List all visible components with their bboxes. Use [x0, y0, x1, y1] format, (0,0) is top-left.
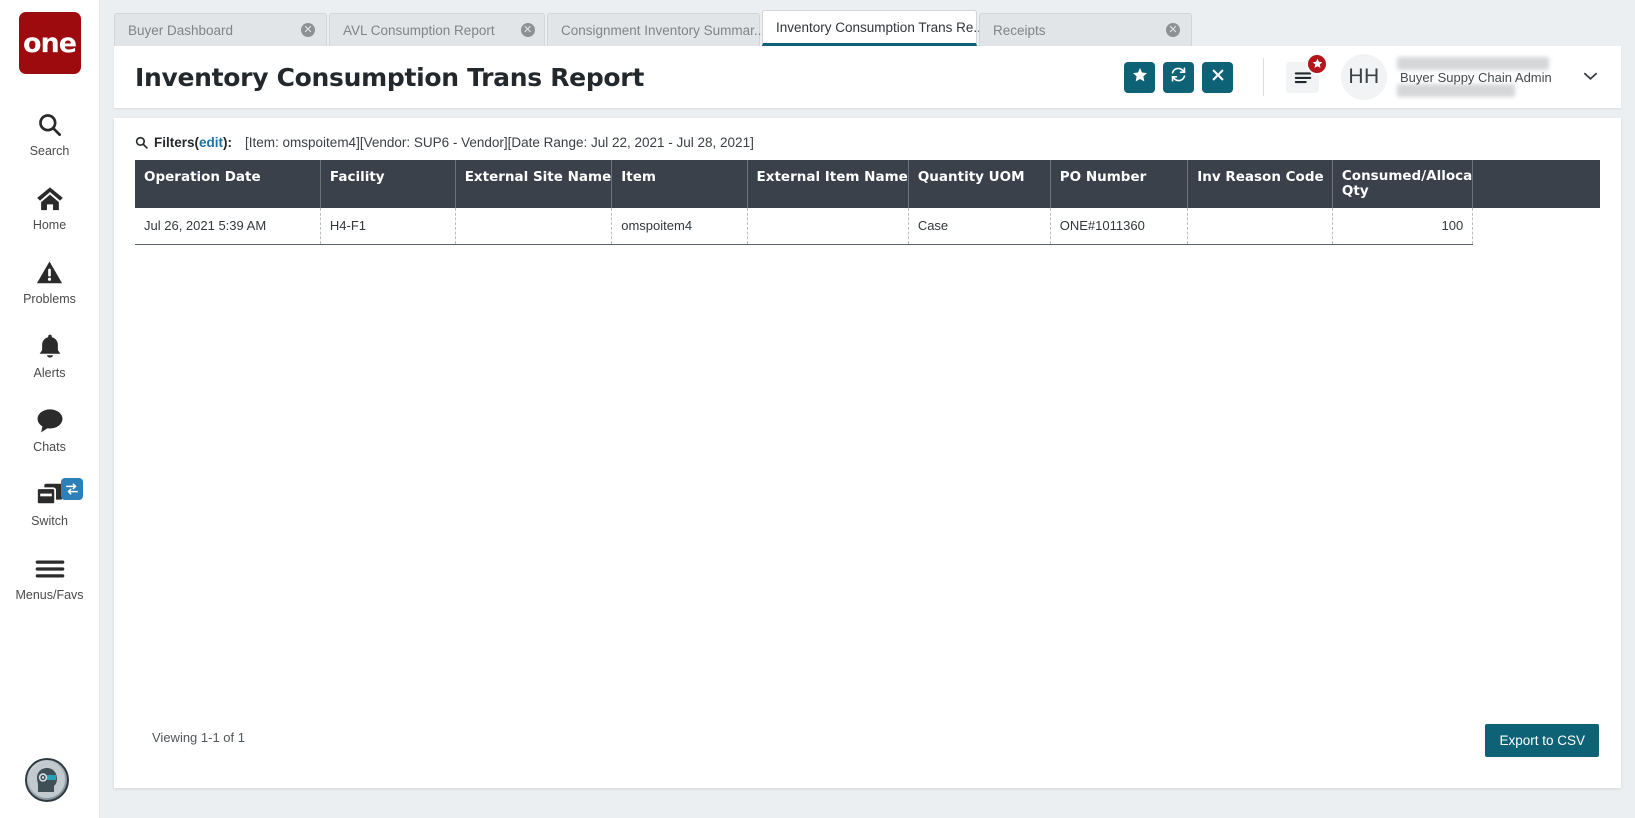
cell-spacer: [1473, 208, 1600, 244]
sidebar-item-menus-favs[interactable]: Menus/Favs: [0, 540, 99, 614]
tab-consignment-inventory-summary[interactable]: Consignment Inventory Summar... ✕: [547, 13, 760, 46]
col-consumed-alloc-qty[interactable]: Consumed/Alloca Qty: [1332, 160, 1472, 208]
tab-label: Buyer Dashboard: [128, 23, 233, 38]
tab-inventory-consumption-trans-report[interactable]: Inventory Consumption Trans Re... ✕: [762, 10, 977, 46]
sidebar-item-label: Home: [33, 219, 66, 232]
sidebar-item-label: Alerts: [34, 367, 66, 380]
table-header-row: Operation Date Facility External Site Na…: [135, 160, 1600, 208]
one-logo[interactable]: one: [19, 12, 81, 74]
sidebar-item-chats[interactable]: Chats: [0, 392, 99, 466]
col-external-site-name[interactable]: External Site Name: [455, 160, 612, 208]
sidebar-item-label: Menus/Favs: [15, 589, 83, 602]
filters-edit-link[interactable]: edit: [199, 135, 223, 150]
close-button[interactable]: [1202, 62, 1233, 93]
close-x-icon: [1211, 68, 1225, 87]
table-footer: Viewing 1-1 of 1 Export to CSV: [114, 712, 1621, 788]
sidebar-item-label: Search: [30, 145, 70, 158]
user-menu-button[interactable]: [1573, 60, 1607, 94]
left-nav-rail: one Search Home: [0, 0, 100, 818]
table-body: Jul 26, 2021 5:39 AM H4-F1 omspoitem4 Ca…: [135, 208, 1600, 244]
chat-bubble-icon: [36, 405, 64, 437]
sidebar-item-label: Chats: [33, 441, 66, 454]
avatar[interactable]: HH: [1341, 54, 1387, 100]
chevron-down-icon: [1583, 68, 1598, 86]
col-po-number[interactable]: PO Number: [1050, 160, 1187, 208]
tab-label: AVL Consumption Report: [343, 23, 495, 38]
tab-label: Consignment Inventory Summar...: [561, 23, 765, 38]
logo-text: one: [23, 30, 76, 57]
cell-inv-reason-code: [1188, 208, 1333, 244]
header-actions: HH Buyer Suppy Chain Admin: [1116, 54, 1621, 100]
warning-triangle-icon: [36, 257, 63, 289]
assistant-avatar-icon[interactable]: [25, 758, 69, 802]
export-to-csv-button[interactable]: Export to CSV: [1485, 724, 1599, 757]
cell-quantity-uom: Case: [908, 208, 1050, 244]
avatar-initials: HH: [1348, 65, 1379, 89]
close-icon[interactable]: ✕: [301, 23, 315, 37]
tab-avl-consumption-report[interactable]: AVL Consumption Report ✕: [329, 13, 545, 46]
user-role-label: Buyer Suppy Chain Admin: [1400, 70, 1552, 85]
redacted-user-name: [1397, 57, 1549, 70]
page-title: Inventory Consumption Trans Report: [135, 63, 644, 92]
table-head: Operation Date Facility External Site Na…: [135, 160, 1600, 208]
close-icon[interactable]: ✕: [521, 23, 535, 37]
star-icon: [1132, 67, 1148, 88]
cell-consumed-alloc-qty: 100: [1332, 208, 1472, 244]
report-table: Operation Date Facility External Site Na…: [135, 160, 1600, 245]
viewing-count: Viewing 1-1 of 1: [152, 730, 245, 745]
cell-item: omspoitem4: [612, 208, 747, 244]
home-icon: [36, 183, 64, 215]
search-icon: [135, 136, 148, 149]
filters-value: [Item: omspoitem4][Vendor: SUP6 - Vendor…: [245, 135, 754, 150]
tab-receipts[interactable]: Receipts ✕: [979, 13, 1192, 46]
col-quantity-uom[interactable]: Quantity UOM: [908, 160, 1050, 208]
cell-external-item-name: [747, 208, 908, 244]
col-item[interactable]: Item: [612, 160, 747, 208]
sidebar-item-problems[interactable]: Problems: [0, 244, 99, 318]
cell-po-number: ONE#1011360: [1050, 208, 1187, 244]
windows-stack-icon: [35, 479, 65, 511]
table-row[interactable]: Jul 26, 2021 5:39 AM H4-F1 omspoitem4 Ca…: [135, 208, 1600, 244]
cell-operation-date: Jul 26, 2021 5:39 AM: [135, 208, 320, 244]
sidebar-item-label: Problems: [23, 293, 76, 306]
tab-buyer-dashboard[interactable]: Buyer Dashboard ✕: [114, 13, 327, 46]
page-header: Inventory Consumption Trans Report: [114, 46, 1621, 108]
col-spacer: [1473, 160, 1600, 208]
favorite-button[interactable]: [1124, 62, 1155, 93]
search-icon: [36, 109, 63, 141]
sidebar-item-search[interactable]: Search: [0, 96, 99, 170]
star-badge-icon: [1306, 53, 1328, 75]
bell-icon: [37, 331, 63, 363]
header-menu-button[interactable]: [1286, 62, 1319, 93]
cell-facility: H4-F1: [320, 208, 455, 244]
refresh-icon: [1170, 66, 1187, 88]
sidebar-item-switch[interactable]: Switch: [0, 466, 99, 540]
rail-items: Search Home: [0, 96, 99, 614]
sidebar-item-label: Switch: [31, 515, 68, 528]
cell-external-site-name: [455, 208, 612, 244]
filters-bar: Filters ( edit ): [Item: omspoitem4][Ven…: [114, 118, 1621, 160]
filters-close-paren: ):: [223, 135, 232, 150]
app-root: one Search Home: [0, 0, 1635, 818]
sidebar-item-home[interactable]: Home: [0, 170, 99, 244]
refresh-button[interactable]: [1163, 62, 1194, 93]
table-wrapper: Operation Date Facility External Site Na…: [114, 160, 1621, 245]
col-inv-reason-code[interactable]: Inv Reason Code: [1188, 160, 1333, 208]
col-external-item-name[interactable]: External Item Name: [747, 160, 908, 208]
redacted-user-org: [1397, 84, 1515, 97]
filters-label: Filters: [154, 135, 195, 150]
col-operation-date[interactable]: Operation Date: [135, 160, 320, 208]
tab-label: Inventory Consumption Trans Re...: [776, 20, 985, 35]
header-divider: [1263, 58, 1264, 96]
sidebar-item-alerts[interactable]: Alerts: [0, 318, 99, 392]
col-facility[interactable]: Facility: [320, 160, 455, 208]
tab-label: Receipts: [993, 23, 1046, 38]
swap-arrows-icon[interactable]: [61, 478, 83, 500]
report-content-card: Filters ( edit ): [Item: omspoitem4][Ven…: [114, 118, 1621, 788]
close-icon[interactable]: ✕: [1166, 23, 1180, 37]
user-info: Buyer Suppy Chain Admin: [1397, 54, 1557, 100]
hamburger-icon: [35, 553, 65, 585]
tab-strip: Buyer Dashboard ✕ AVL Consumption Report…: [100, 0, 1635, 46]
